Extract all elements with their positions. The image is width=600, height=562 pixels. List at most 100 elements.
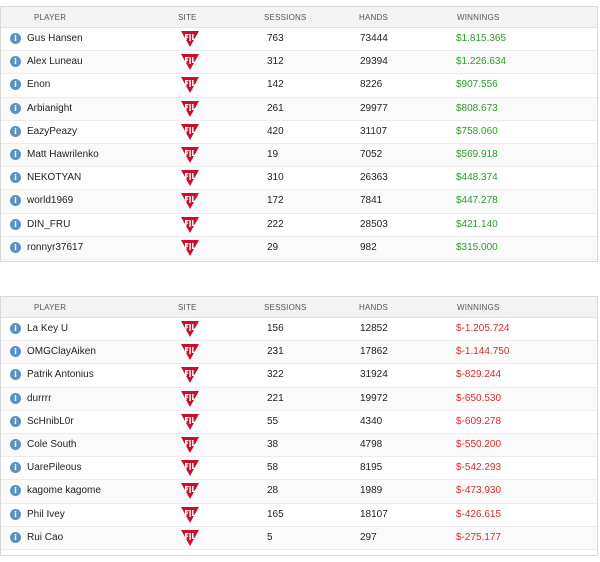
info-icon[interactable]: i xyxy=(10,172,21,184)
sessions-cell: 172 xyxy=(267,195,284,207)
player-name[interactable]: EazyPeazy xyxy=(27,126,77,137)
info-icon[interactable]: i xyxy=(10,195,21,207)
table-row: i Matt Hawrilenko 19 7052 $569.918 xyxy=(1,143,597,168)
full-tilt-logo-icon xyxy=(179,413,201,431)
player-name[interactable]: Patrik Antonius xyxy=(27,369,94,380)
info-icon[interactable]: i xyxy=(10,438,21,450)
full-tilt-logo-icon xyxy=(179,390,201,408)
winnings-cell: $-1.205.724 xyxy=(456,323,510,334)
table-row: i DIN_FRU 222 28503 $421.140 xyxy=(1,214,597,237)
hands-cell: 8226 xyxy=(360,79,383,91)
sessions-cell: 165 xyxy=(267,508,284,520)
hands-cell: 26363 xyxy=(360,172,388,184)
player-name[interactable]: ScHnibL0r xyxy=(27,416,74,427)
winnings-cell: $-650.530 xyxy=(456,392,502,404)
info-icon[interactable]: i xyxy=(10,33,21,44)
sessions-cell: 19 xyxy=(267,148,279,160)
sessions-cell: 58 xyxy=(267,462,279,474)
player-name[interactable]: Rui Cao xyxy=(27,532,63,543)
player-name[interactable]: Alex Luneau xyxy=(27,56,83,67)
player-name[interactable]: Gus Hansen xyxy=(27,33,83,44)
sessions-cell: 142 xyxy=(267,79,284,91)
player-name[interactable]: UarePileous xyxy=(27,462,81,473)
player-name[interactable]: La Key U xyxy=(27,323,68,334)
winnings-cell: $569.918 xyxy=(456,148,498,160)
info-icon[interactable]: i xyxy=(10,323,21,334)
info-icon[interactable]: i xyxy=(10,462,21,474)
info-icon[interactable]: i xyxy=(10,125,21,137)
sessions-cell: 38 xyxy=(267,438,279,450)
player-name[interactable]: Enon xyxy=(27,79,50,90)
hands-cell: 73444 xyxy=(360,33,388,44)
player-name[interactable]: durrrr xyxy=(27,393,51,404)
hands-cell: 982 xyxy=(360,241,377,253)
winnings-cell: $-473.930 xyxy=(456,485,502,497)
info-icon[interactable]: i xyxy=(10,369,21,381)
header-hands: HANDS xyxy=(359,303,389,312)
sessions-cell: 420 xyxy=(267,125,284,137)
player-name[interactable]: ronnyr37617 xyxy=(27,242,83,253)
table-row: i Gus Hansen 763 73444 $1.815.365 xyxy=(1,28,597,52)
header-player: PLAYER xyxy=(34,13,67,22)
full-tilt-logo-icon xyxy=(179,482,201,500)
sessions-cell: 221 xyxy=(267,392,284,404)
table-header: PLAYER SITE SESSIONS HANDS WINNINGS xyxy=(1,7,597,28)
winnings-cell: $447.278 xyxy=(456,195,498,207)
info-icon[interactable]: i xyxy=(10,148,21,160)
player-name[interactable]: world1969 xyxy=(27,195,73,206)
player-name[interactable]: Arbianight xyxy=(27,103,72,114)
player-name[interactable]: Cole South xyxy=(27,439,76,450)
full-tilt-logo-icon xyxy=(179,343,201,361)
hands-cell: 29394 xyxy=(360,56,388,68)
info-icon[interactable]: i xyxy=(10,218,21,230)
info-icon[interactable]: i xyxy=(10,508,21,520)
info-icon[interactable]: i xyxy=(10,102,21,114)
winnings-cell: $-1.144.750 xyxy=(456,346,510,358)
winnings-cell: $421.140 xyxy=(456,218,498,230)
winnings-cell: $315.000 xyxy=(456,241,498,253)
info-icon[interactable]: i xyxy=(10,392,21,404)
winnings-cell: $-550.200 xyxy=(456,438,502,450)
winnings-cell: $448.374 xyxy=(456,172,498,184)
hands-cell: 31924 xyxy=(360,369,388,381)
header-sessions: SESSIONS xyxy=(264,303,307,312)
header-sessions: SESSIONS xyxy=(264,13,307,22)
sessions-cell: 312 xyxy=(267,56,284,68)
losers-table: PLAYER SITE SESSIONS HANDS WINNINGS i La … xyxy=(0,296,598,556)
table-row: i Cole South 38 4798 $-550.200 xyxy=(1,433,597,458)
hands-cell: 1989 xyxy=(360,485,383,497)
full-tilt-logo-icon xyxy=(179,76,201,94)
table-row: i ScHnibL0r 55 4340 $-609.278 xyxy=(1,411,597,434)
info-icon[interactable]: i xyxy=(10,346,21,358)
table-row: i durrrr 221 19972 $-650.530 xyxy=(1,387,597,411)
hands-cell: 7841 xyxy=(360,195,383,207)
sessions-cell: 29 xyxy=(267,241,279,253)
info-icon[interactable]: i xyxy=(10,415,21,427)
sessions-cell: 222 xyxy=(267,218,284,230)
hands-cell: 4340 xyxy=(360,415,383,427)
winnings-cell: $808.673 xyxy=(456,102,498,114)
info-icon[interactable]: i xyxy=(10,79,21,91)
table-row: i Arbianight 261 29977 $808.673 xyxy=(1,97,597,121)
table-row: i OMGClayAiken 231 17862 $-1.144.750 xyxy=(1,341,597,365)
player-name[interactable]: NEKOTYAN xyxy=(27,172,81,183)
full-tilt-logo-icon xyxy=(179,216,201,234)
hands-cell: 8195 xyxy=(360,462,383,474)
hands-cell: 29977 xyxy=(360,102,388,114)
table-row: i kagome kagome 28 1989 $-473.930 xyxy=(1,480,597,504)
hands-cell: 297 xyxy=(360,531,377,543)
player-name[interactable]: kagome kagome xyxy=(27,485,101,496)
player-name[interactable]: Matt Hawrilenko xyxy=(27,149,99,160)
full-tilt-logo-icon xyxy=(179,53,201,71)
sessions-cell: 5 xyxy=(267,531,273,543)
info-icon[interactable]: i xyxy=(10,241,21,253)
player-name[interactable]: DIN_FRU xyxy=(27,219,70,230)
info-icon[interactable]: i xyxy=(10,531,21,543)
player-name[interactable]: OMGClayAiken xyxy=(27,346,96,357)
player-name[interactable]: Phil Ivey xyxy=(27,509,65,520)
table-header: PLAYER SITE SESSIONS HANDS WINNINGS xyxy=(1,297,597,318)
winnings-cell: $-609.278 xyxy=(456,415,502,427)
table-row: i EazyPeazy 420 31107 $758.060 xyxy=(1,121,597,144)
info-icon[interactable]: i xyxy=(10,56,21,68)
info-icon[interactable]: i xyxy=(10,485,21,497)
